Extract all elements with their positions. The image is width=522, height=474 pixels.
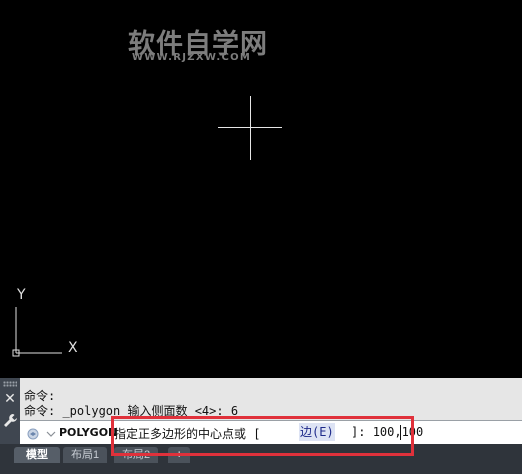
text-caret [400, 425, 401, 440]
ucs-y-label: Y [17, 287, 26, 303]
ucs-x-label: X [68, 340, 78, 356]
input-value[interactable]: 100,100 [373, 425, 424, 439]
add-layout-button[interactable]: + [168, 447, 191, 463]
watermark-url: WWW.RJZXW.COM [132, 52, 252, 63]
close-icon[interactable]: ✕ [2, 391, 18, 407]
command-input-line[interactable]: POLYGON 指定正多边形的中心点或 [ 边(E) ]: 100,100 [20, 420, 522, 444]
crosshair-vertical [250, 96, 251, 160]
drawing-canvas[interactable]: 软件自学网 WWW.RJZXW.COM Y X [0, 0, 522, 378]
command-panel-side-strip: ✕ [0, 378, 20, 444]
tab-layout1[interactable]: 布局1 [63, 447, 108, 463]
prompt-suffix: ]: [351, 425, 366, 439]
active-command-name: POLYGON [59, 426, 118, 439]
command-input-value[interactable]: ]: 100,100 [351, 425, 423, 439]
tab-model[interactable]: 模型 [14, 447, 60, 463]
layout-tab-bar: 模型 布局1 布局2 + [0, 444, 522, 474]
drag-handle-icon[interactable] [3, 381, 17, 387]
command-history-line: 命令: _polygon 输入侧面数 <4>: 6 [24, 404, 239, 418]
wrench-icon[interactable] [2, 412, 18, 430]
option-edge-button[interactable]: 边(E) [299, 423, 335, 441]
command-line-panel: ✕ 命令: 命令: _polygon 输入侧面数 <4>: 6 POLYGON … [0, 378, 522, 444]
tab-layout2[interactable]: 布局2 [114, 447, 159, 463]
command-prompt-icon[interactable] [26, 426, 56, 440]
command-prompt-text: 指定正多边形的中心点或 [ [114, 427, 261, 441]
